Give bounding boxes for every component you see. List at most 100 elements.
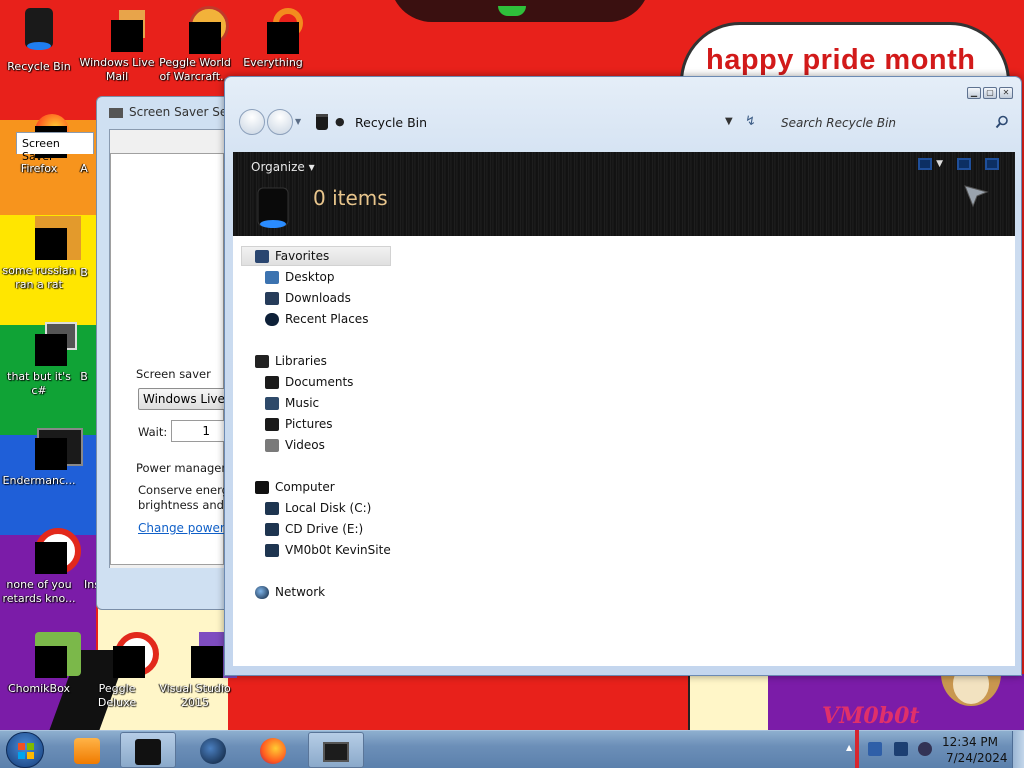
nav-desktop[interactable]: Desktop xyxy=(265,267,335,287)
monitor-icon xyxy=(109,107,123,118)
firefox-icon xyxy=(260,738,286,764)
desktop-icon-everything[interactable]: Everything xyxy=(235,6,311,70)
nav-cd-drive[interactable]: CD Drive (E:) xyxy=(265,519,363,539)
desktop-icon-peggle-wow[interactable]: Peggle World of Warcraft... xyxy=(157,6,233,84)
navigation-pane: Favorites Desktop Downloads Recent Place… xyxy=(233,236,393,666)
tray-network-icon[interactable] xyxy=(894,742,908,756)
cd-drive-icon xyxy=(265,522,279,536)
clock-time[interactable]: 12:34 PM xyxy=(942,735,998,749)
desktop-icon xyxy=(265,270,279,284)
everything-icon xyxy=(255,6,303,54)
recent-pages-dropdown-icon[interactable]: ▼ xyxy=(295,117,301,126)
view-buttons: ▼ xyxy=(918,158,999,170)
mail-icon xyxy=(99,6,145,52)
media-player-icon xyxy=(74,738,100,764)
taskbar-network-globe[interactable] xyxy=(186,732,242,768)
desktop-icon-that-but-csharp[interactable]: that but it's c# xyxy=(1,320,77,398)
desktop-icon-russian-rat[interactable]: some russian ran a rat xyxy=(1,214,81,292)
address-bar[interactable]: Recycle Bin xyxy=(355,115,427,130)
screensaver-group-label: Screen saver xyxy=(136,367,211,381)
downloads-icon xyxy=(265,291,279,305)
nav-videos[interactable]: Videos xyxy=(265,435,325,455)
show-desktop-button[interactable] xyxy=(1012,731,1024,768)
desktop-icon-label: Visual Studio 2015 xyxy=(159,682,231,709)
desktop-icon-chomikbox[interactable]: ChomikBox xyxy=(1,632,81,696)
forward-button[interactable] xyxy=(267,109,293,135)
nav-favorites[interactable]: Favorites xyxy=(255,246,329,266)
navigation-bar: ▼ ● Recycle Bin ▼ ↯ Search Recycle Bin xyxy=(233,107,1015,139)
power-group-label: Power managem xyxy=(136,461,233,475)
desktop-icon-none-of-you[interactable]: none of you retards kno... xyxy=(1,528,81,606)
screensaver-footer xyxy=(104,568,228,608)
wait-label: Wait: xyxy=(138,425,168,439)
view-dropdown-icon[interactable]: ▼ xyxy=(936,159,943,169)
search-input[interactable]: Search Recycle Bin xyxy=(773,111,1013,135)
music-icon xyxy=(265,396,279,410)
search-icon[interactable] xyxy=(995,115,1009,129)
clock-date[interactable]: 7/24/2024 xyxy=(946,751,1008,765)
desktop-icon-label: Peggle World of Warcraft... xyxy=(159,56,231,83)
desktop-icon-label: Recycle Bin xyxy=(7,60,71,73)
explorer-window[interactable]: ▁ ▢ ✕ ▼ ● Recycle Bin ▼ ↯ Search Recycle… xyxy=(224,76,1022,676)
nav-pictures[interactable]: Pictures xyxy=(265,414,333,434)
desktop-icon-visual-studio[interactable]: Visual Studio 2015 xyxy=(157,632,237,710)
command-bar: Organize ▾ ▼ 0 items xyxy=(233,152,1015,236)
libraries-icon xyxy=(255,354,269,368)
close-button[interactable]: ✕ xyxy=(999,87,1013,99)
desktop-icon-label: ChomikBox xyxy=(8,682,70,695)
change-power-settings-link[interactable]: Change power s xyxy=(138,521,235,535)
maximize-button[interactable]: ▢ xyxy=(983,87,997,99)
change-view-icon[interactable] xyxy=(918,158,933,170)
preview-pane-icon[interactable] xyxy=(957,158,971,170)
power-text-line2: brightness and o xyxy=(138,498,235,512)
wait-stepper[interactable]: 1 xyxy=(171,420,227,442)
tab-screen-saver[interactable]: Screen Saver xyxy=(16,132,94,163)
start-button[interactable] xyxy=(6,732,44,768)
minimize-button[interactable]: ▁ xyxy=(967,87,981,99)
nav-recent-places[interactable]: Recent Places xyxy=(265,309,368,329)
nav-local-disk[interactable]: Local Disk (C:) xyxy=(265,498,371,518)
cursor-arrow-icon xyxy=(964,185,989,208)
nav-documents[interactable]: Documents xyxy=(265,372,353,392)
address-separator-icon[interactable]: ● xyxy=(335,115,345,128)
help-icon[interactable] xyxy=(985,158,999,170)
desktop-icon-endermanch[interactable]: Endermanc... xyxy=(1,424,83,488)
taskbar-media-player[interactable] xyxy=(60,732,116,768)
recycle-bin-large-icon xyxy=(257,187,289,228)
taskbar-screensaver[interactable] xyxy=(308,732,364,768)
tray-app-icon[interactable] xyxy=(868,742,882,756)
taskbar-explorer[interactable] xyxy=(120,732,176,768)
taskbar: ▲ 12:34 PM 7/24/2024 xyxy=(0,730,1024,768)
nav-music[interactable]: Music xyxy=(265,393,319,413)
taskbar-firefox[interactable] xyxy=(246,732,302,768)
refresh-icon[interactable]: ↯ xyxy=(745,114,756,129)
nav-network[interactable]: Network xyxy=(255,582,325,602)
nav-computer[interactable]: Computer xyxy=(255,477,335,497)
desktop-icon-peggle-deluxe[interactable]: Peggle Deluxe xyxy=(79,632,159,710)
desktop-icon-recycle-bin[interactable]: Recycle Bin xyxy=(1,6,77,74)
screensaver-select[interactable]: Windows Live P xyxy=(138,388,228,410)
tray-volume-icon[interactable] xyxy=(918,742,932,756)
nav-network-share[interactable]: VM0b0t KevinSite xyxy=(265,540,391,560)
back-button[interactable] xyxy=(239,109,265,135)
desktop-icon-label: Windows Live Mail xyxy=(79,56,155,83)
nav-libraries[interactable]: Libraries xyxy=(255,351,327,371)
window-controls: ▁ ▢ ✕ xyxy=(967,87,1013,99)
address-dropdown-icon[interactable]: ▼ xyxy=(725,116,733,127)
visual-studio-icon xyxy=(177,632,237,678)
drive-icon xyxy=(265,501,279,515)
desktop-icon-label: Endermanc... xyxy=(2,474,76,487)
content-area[interactable]: Favorites Desktop Downloads Recent Place… xyxy=(233,236,1015,666)
network-drive-icon xyxy=(265,543,279,557)
explorer-icon xyxy=(135,739,161,765)
recent-places-icon xyxy=(265,312,279,326)
documents-icon xyxy=(265,375,279,389)
recycle-bin-icon xyxy=(316,114,328,130)
peggle-icon xyxy=(99,632,159,678)
desktop-icon-windows-live-mail[interactable]: Windows Live Mail xyxy=(79,6,155,84)
show-hidden-icons[interactable]: ▲ xyxy=(846,743,852,752)
nav-downloads[interactable]: Downloads xyxy=(265,288,351,308)
recycle-bin-icon xyxy=(25,8,53,50)
organize-button[interactable]: Organize ▾ xyxy=(251,160,315,174)
screensaver-icon xyxy=(323,742,349,762)
